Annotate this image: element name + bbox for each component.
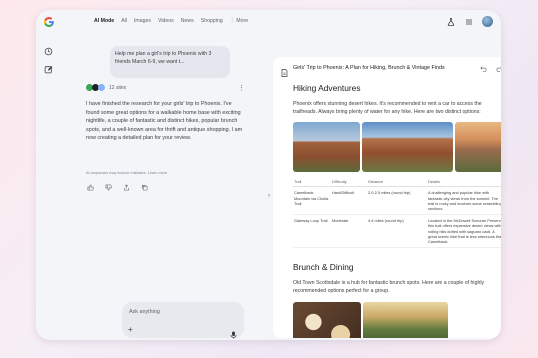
google-logo[interactable] — [43, 16, 55, 28]
thumbs-up-icon[interactable] — [86, 183, 94, 191]
document-actions — [479, 64, 501, 72]
document-icon — [281, 64, 288, 82]
table-row: Camelback Mountain via Cholla Trail Hard… — [293, 186, 501, 216]
trail-distance: 2.0-2.5 miles (round trip) — [367, 186, 427, 216]
trail-difficulty: Moderate — [331, 214, 367, 249]
column-header: Difficulty — [331, 177, 367, 188]
tab-more[interactable]: ⋮ More — [230, 18, 248, 24]
ask-box[interactable]: Ask anything + — [122, 302, 244, 340]
trail-details: A challenging and popular hike with fant… — [427, 186, 501, 216]
copy-icon[interactable] — [140, 183, 148, 191]
trail-name: Camelback Mountain via Cholla Trail — [293, 186, 331, 216]
hiking-photo[interactable] — [362, 122, 453, 173]
table-header-row: Trail Difficulty Distance Details — [293, 177, 501, 188]
tab-videos[interactable]: Videos — [158, 18, 174, 24]
feedback-bar — [86, 183, 148, 191]
hiking-photo[interactable] — [293, 122, 361, 173]
app-window: AI Mode All Images Videos News Shopping … — [36, 10, 501, 340]
disclaimer: AI responses may include mistakes. Learn… — [86, 171, 168, 175]
top-bar: AI Mode All Images Videos News Shopping … — [36, 10, 501, 36]
trail-distance: 4.4 miles (round trip) — [367, 214, 427, 249]
tab-shopping[interactable]: Shopping — [201, 18, 223, 24]
share-icon[interactable] — [122, 183, 130, 191]
top-right-icons — [446, 16, 493, 27]
undo-icon[interactable] — [479, 64, 487, 72]
avatar[interactable] — [482, 16, 493, 27]
tab-all[interactable]: All — [121, 18, 127, 24]
brunch-intro: Old Town Scottsdale is a hub for fantast… — [293, 280, 485, 295]
thumbs-down-icon[interactable] — [104, 183, 112, 191]
more-options-icon[interactable]: ⋮ — [238, 84, 245, 92]
trail-difficulty: Hard/Difficult — [331, 186, 367, 216]
section-heading-brunch: Brunch & Dining — [293, 262, 354, 273]
ai-answer-text: I have finished the research for your gi… — [86, 101, 243, 142]
column-header: Details — [427, 177, 501, 188]
ask-input-placeholder[interactable]: Ask anything — [129, 309, 160, 315]
document-body: Hiking Adventures Phoenix offers stunnin… — [293, 83, 501, 338]
sources-summary[interactable]: 12 sites — [86, 84, 126, 91]
flask-icon[interactable] — [446, 17, 456, 27]
add-icon[interactable]: + — [128, 325, 133, 334]
document-canvas: Girls' Trip to Phoenix: A Plan for Hikin… — [273, 57, 501, 338]
redo-icon[interactable] — [495, 64, 501, 72]
sources-count: 12 sites — [109, 84, 127, 91]
tab-images[interactable]: Images — [134, 18, 151, 24]
hiking-photo-carousel — [293, 122, 501, 173]
trails-table: Trail Difficulty Distance Details Camelb… — [293, 177, 501, 249]
search-tabs: AI Mode All Images Videos News Shopping … — [94, 18, 248, 24]
document-title: Girls' Trip to Phoenix: A Plan for Hikin… — [293, 65, 445, 71]
mic-icon[interactable] — [230, 326, 237, 340]
document-header: Girls' Trip to Phoenix: A Plan for Hikin… — [273, 57, 501, 79]
menu-icon[interactable] — [464, 17, 474, 27]
trail-details: Located in the McDowell Sonoran Preserve… — [427, 214, 501, 249]
section-heading-hiking: Hiking Adventures — [293, 83, 361, 93]
column-header: Distance — [367, 177, 427, 188]
brunch-photo[interactable] — [293, 301, 361, 338]
brunch-photo-carousel — [293, 301, 501, 338]
history-icon[interactable] — [43, 46, 53, 56]
brunch-photo[interactable] — [363, 301, 448, 338]
chat-panel: Help me plan a girl's trip to Phoenix wi… — [86, 40, 261, 340]
trail-name: Gateway Loop Trail — [293, 214, 331, 249]
user-message-bubble: Help me plan a girl's trip to Phoenix wi… — [110, 46, 230, 78]
tab-ai-mode[interactable]: AI Mode — [94, 18, 114, 24]
new-chat-icon[interactable] — [43, 64, 53, 74]
column-header: Trail — [293, 177, 331, 188]
hiking-photo[interactable] — [454, 122, 501, 173]
collapse-panel-icon[interactable]: › — [268, 193, 270, 199]
source-favicon — [98, 84, 105, 91]
table-row: Gateway Loop Trail Moderate 4.4 miles (r… — [293, 214, 501, 249]
tab-news[interactable]: News — [181, 18, 194, 24]
hiking-intro: Phoenix offers stunning desert hikes. It… — [293, 101, 482, 116]
